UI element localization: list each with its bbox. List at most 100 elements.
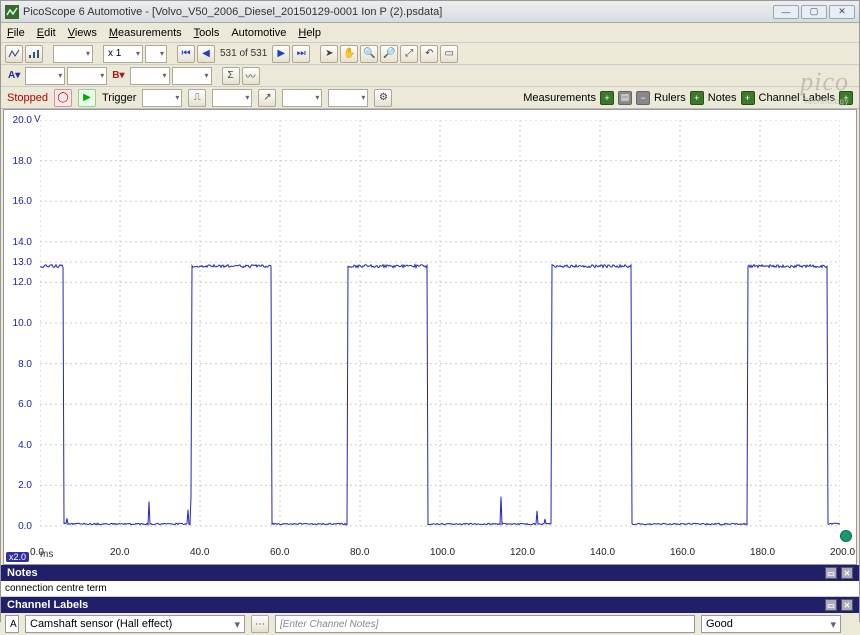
zoom-in-icon[interactable]: 🔍 (360, 45, 378, 63)
close-button[interactable]: ✕ (829, 5, 855, 19)
x-tick: 60.0 (270, 547, 289, 558)
time-marker-icon[interactable] (840, 530, 852, 542)
ch-b-coupling-select[interactable] (172, 67, 212, 85)
trigger-edge-icon[interactable]: ⎍ (188, 89, 206, 107)
channel-labels-row: A Camshaft sensor (Hall effect)▾ ⋯ [Ente… (1, 613, 859, 635)
channel-letter: A (5, 615, 19, 633)
menu-edit[interactable]: Edit (37, 27, 56, 39)
chlab-pin-icon[interactable]: ▭ (825, 599, 837, 611)
x-tick: 0.0 (30, 547, 44, 558)
minimize-button[interactable]: — (773, 5, 799, 19)
channel-a-label[interactable]: A▾ (5, 70, 23, 81)
marquee-icon[interactable]: ▭ (440, 45, 458, 63)
maximize-button[interactable]: ▢ (801, 5, 827, 19)
ch-b-range-select[interactable] (130, 67, 170, 85)
next-frame-icon[interactable]: ▶ (272, 45, 290, 63)
channel-toolbar: A▾ B▾ Σ 〰 (1, 65, 859, 87)
scope-mode-icon[interactable] (5, 45, 23, 63)
scope-plot[interactable]: V x2.0 ms 0.02.04.06.08.010.012.013.014.… (3, 109, 857, 565)
x-tick: 80.0 (350, 547, 369, 558)
prev-frame-icon[interactable]: ◀ (197, 45, 215, 63)
trigger-source-select[interactable] (212, 89, 252, 107)
menubar: File Edit Views Measurements Tools Autom… (1, 23, 859, 43)
timebase-select[interactable] (53, 45, 93, 63)
x-tick: 40.0 (190, 547, 209, 558)
menu-measurements[interactable]: Measurements (109, 27, 182, 39)
math-channel-icon[interactable]: Σ (222, 67, 240, 85)
channel-status-select[interactable]: Good▾ (701, 615, 841, 633)
notes-text[interactable]: connection centre term (1, 581, 859, 597)
y-tick: 16.0 (10, 196, 32, 207)
notes-label: Notes (708, 92, 737, 104)
notes-panel-title: Notes (7, 567, 38, 579)
notes-panel-header: Notes ▭ ✕ (1, 565, 859, 581)
measurements-label: Measurements (523, 92, 596, 104)
samples-select[interactable] (145, 45, 167, 63)
x-scale-tag: x2.0 (6, 552, 29, 562)
waveform-trace (40, 120, 840, 550)
x-tick: 100.0 (430, 547, 455, 558)
trigger-rising-icon[interactable]: ↗ (258, 89, 276, 107)
x-tick: 160.0 (670, 547, 695, 558)
menu-file[interactable]: File (7, 27, 25, 39)
y-tick: 8.0 (10, 359, 32, 370)
y-tick: 13.0 (10, 257, 32, 268)
run-state: Stopped (7, 92, 48, 104)
add-measurement-icon[interactable]: + (600, 91, 614, 105)
main-toolbar: x 1 ⏮ ◀ 531 of 531 ▶ ⏭ ➤ ✋ 🔍 🔎 ⤢ ↶ ▭ (1, 43, 859, 65)
x-tick: 140.0 (590, 547, 615, 558)
channel-b-label[interactable]: B▾ (109, 70, 127, 81)
trigger-adv-icon[interactable]: ⚙ (374, 89, 392, 107)
pointer-icon[interactable]: ➤ (320, 45, 338, 63)
y-tick: 10.0 (10, 318, 32, 329)
menu-help[interactable]: Help (298, 27, 321, 39)
trigger-level-select[interactable] (282, 89, 322, 107)
trigger-label: Trigger (102, 92, 136, 104)
del-measurement-icon[interactable]: − (636, 91, 650, 105)
rulers-label: Rulers (654, 92, 686, 104)
first-frame-icon[interactable]: ⏮ (177, 45, 195, 63)
channel-labels-header: Channel Labels ▭ ✕ (1, 597, 859, 613)
channel-notes-input[interactable]: [Enter Channel Notes] (275, 615, 695, 633)
y-tick: 2.0 (10, 480, 32, 491)
channel-labels-title: Channel Labels (7, 599, 88, 611)
menu-views[interactable]: Views (68, 27, 97, 39)
ch-a-range-select[interactable] (25, 67, 65, 85)
y-tick: 14.0 (10, 237, 32, 248)
x-tick: 180.0 (750, 547, 775, 558)
notes-pin-icon[interactable]: ▭ (825, 567, 837, 579)
chlab-close-icon[interactable]: ✕ (841, 599, 853, 611)
app-icon (5, 5, 19, 19)
ch-a-coupling-select[interactable] (67, 67, 107, 85)
trigger-pretrig-select[interactable] (328, 89, 368, 107)
y-tick: 20.0 (10, 115, 32, 126)
signal-mode-icon[interactable] (25, 45, 43, 63)
stop-icon[interactable]: ◯ (54, 89, 72, 107)
rulers-icon[interactable]: + (690, 91, 704, 105)
ref-channel-icon[interactable]: 〰 (242, 67, 260, 85)
undo-zoom-icon[interactable]: ↶ (420, 45, 438, 63)
zoom-out-icon[interactable]: 🔎 (380, 45, 398, 63)
notes-close-icon[interactable]: ✕ (841, 567, 853, 579)
zoom-select[interactable]: x 1 (103, 45, 143, 63)
y-tick: 0.0 (10, 521, 32, 532)
menu-automotive[interactable]: Automotive (231, 27, 286, 39)
last-frame-icon[interactable]: ⏭ (292, 45, 310, 63)
menu-tools[interactable]: Tools (194, 27, 220, 39)
window-title: PicoScope 6 Automotive - [Volvo_V50_2006… (23, 6, 442, 18)
status-toolbar: Stopped ◯ ▶ Trigger ⎍ ↗ ⚙ Measurements +… (1, 87, 859, 109)
trigger-mode-select[interactable] (142, 89, 182, 107)
frame-counter: 531 of 531 (217, 48, 270, 59)
channel-opts-icon[interactable]: ⋯ (251, 615, 269, 633)
y-tick: 4.0 (10, 440, 32, 451)
brand-logo: picoTechnology (800, 67, 849, 106)
edit-measurement-icon[interactable]: ▤ (618, 91, 632, 105)
go-icon[interactable]: ▶ (78, 89, 96, 107)
hand-icon[interactable]: ✋ (340, 45, 358, 63)
channel-name-select[interactable]: Camshaft sensor (Hall effect)▾ (25, 615, 245, 633)
notes-icon[interactable]: + (741, 91, 755, 105)
y-tick: 6.0 (10, 399, 32, 410)
zoom-fit-icon[interactable]: ⤢ (400, 45, 418, 63)
x-tick: 120.0 (510, 547, 535, 558)
y-tick: 12.0 (10, 277, 32, 288)
